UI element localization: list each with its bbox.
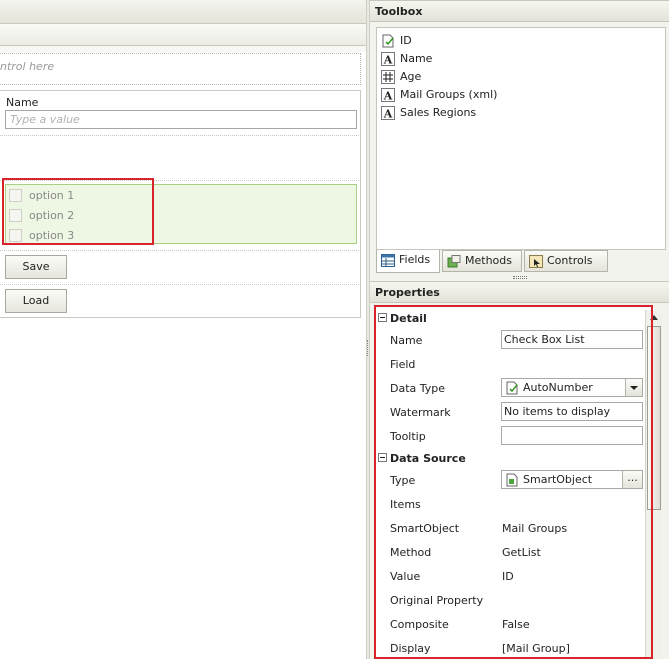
svg-text:A: A bbox=[383, 90, 393, 103]
autonumber-icon bbox=[382, 34, 394, 48]
canvas-spacer bbox=[0, 46, 366, 52]
cell-divider bbox=[0, 135, 361, 136]
name-label: Name bbox=[6, 96, 39, 109]
svg-text:A: A bbox=[383, 108, 393, 121]
controls-icon bbox=[529, 255, 543, 268]
tab-fields[interactable]: Fields bbox=[376, 250, 440, 273]
toolbox-header: Toolbox bbox=[370, 0, 669, 22]
text-field-icon: A bbox=[381, 88, 395, 102]
splitter-grip-icon[interactable] bbox=[367, 340, 369, 356]
canvas-toolbar-bar bbox=[0, 24, 366, 46]
number-field-icon bbox=[381, 70, 395, 84]
properties-highlight bbox=[374, 305, 653, 659]
name-placeholder: Type a value bbox=[10, 113, 80, 126]
svg-text:A: A bbox=[383, 54, 393, 67]
dropzone-hint: ntrol here bbox=[0, 60, 55, 73]
design-canvas: ntrol here Name Type a value option 1 op… bbox=[0, 0, 366, 659]
text-field-icon: A bbox=[381, 106, 395, 120]
toolbox-list: ID A Name Age A Mail Groups (xml) A Sale… bbox=[376, 27, 666, 250]
methods-icon bbox=[447, 255, 461, 268]
properties-header: Properties bbox=[370, 281, 669, 303]
text-field-icon: A bbox=[381, 52, 395, 66]
canvas-header-bar bbox=[0, 0, 366, 24]
drop-control-zone[interactable]: ntrol here bbox=[0, 53, 361, 85]
splitter-grip-icon[interactable] bbox=[513, 276, 527, 279]
tab-methods[interactable]: Methods bbox=[442, 250, 522, 272]
horizontal-splitter[interactable] bbox=[370, 275, 669, 280]
save-button[interactable]: Save bbox=[5, 255, 67, 279]
selection-highlight bbox=[2, 178, 154, 245]
cell-divider bbox=[0, 250, 361, 251]
load-button[interactable]: Load bbox=[5, 289, 67, 313]
cell-divider bbox=[0, 284, 361, 285]
fields-icon bbox=[381, 254, 395, 267]
name-input[interactable]: Type a value bbox=[5, 110, 357, 129]
toolbox-tabs: Fields Methods Controls bbox=[376, 250, 666, 274]
tab-controls[interactable]: Controls bbox=[524, 250, 608, 272]
